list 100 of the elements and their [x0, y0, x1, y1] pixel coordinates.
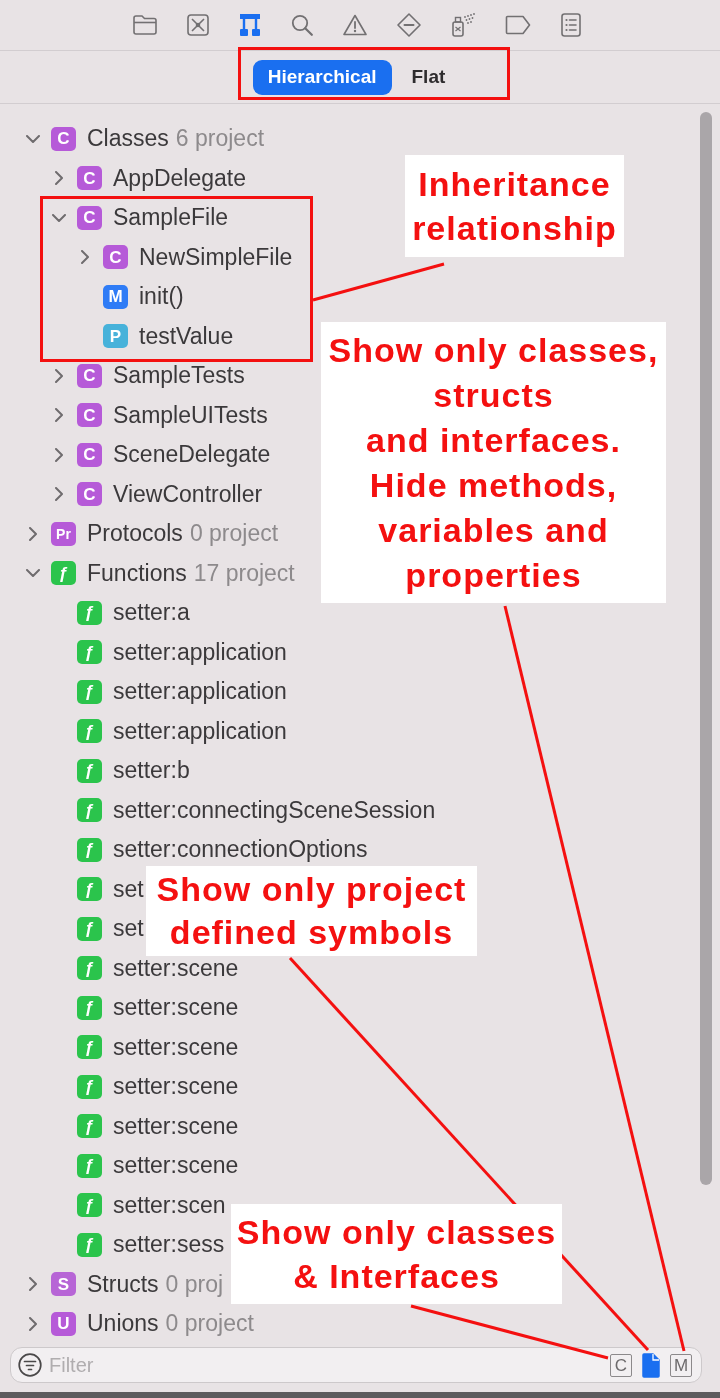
- symbol-name[interactable]: init(): [139, 283, 184, 311]
- symbol-badge: ƒ: [77, 1153, 102, 1178]
- chevron-right-icon[interactable]: [29, 526, 37, 541]
- search-icon[interactable]: [291, 14, 313, 36]
- symbol-badge: C: [77, 205, 102, 230]
- symbol-count: 0 project: [165, 1310, 254, 1338]
- folder-icon[interactable]: [133, 15, 157, 35]
- symbol-badge: ƒ: [77, 1232, 102, 1257]
- symbol-name[interactable]: set: [113, 875, 144, 903]
- filter-toggle-button[interactable]: M: [670, 1353, 692, 1377]
- symbol-name[interactable]: setter:scene: [113, 1112, 239, 1140]
- chevron-down-icon[interactable]: [26, 134, 40, 143]
- annotation-callout: Inheritance relationship: [405, 155, 624, 257]
- chevron-right-icon[interactable]: [55, 447, 63, 462]
- symbol-badge: ƒ: [77, 1074, 102, 1099]
- document-icon[interactable]: [642, 1352, 660, 1378]
- symbol-name[interactable]: setter:application: [113, 638, 287, 666]
- symbol-badge: ƒ: [77, 837, 102, 862]
- symbol-badge: P: [103, 324, 128, 349]
- tag-icon[interactable]: [505, 15, 531, 35]
- chevron-right-icon[interactable]: [81, 250, 89, 265]
- symbol-name[interactable]: setter:application: [113, 717, 287, 745]
- symbol-name[interactable]: ViewController: [113, 480, 263, 508]
- symbol-count: 0 proj: [165, 1270, 224, 1298]
- symbol-badge: ƒ: [77, 956, 102, 981]
- symbol-badge: C: [77, 403, 102, 428]
- symbol-name[interactable]: setter:scene: [113, 1033, 239, 1061]
- symbol-name[interactable]: setter:scene: [113, 994, 239, 1022]
- filter-icon: [18, 1353, 42, 1377]
- symbol-badge: M: [103, 284, 128, 309]
- symbol-name[interactable]: setter:scene: [113, 954, 239, 982]
- spray-can-icon[interactable]: [451, 13, 475, 37]
- scrollbar-thumb[interactable]: [700, 112, 712, 1185]
- symbol-badge: ƒ: [77, 640, 102, 665]
- annotation-callout: Show only classes & Interfaces: [231, 1204, 562, 1304]
- symbol-name[interactable]: Structs: [87, 1270, 159, 1298]
- chevron-right-icon[interactable]: [29, 1316, 37, 1331]
- symbol-badge: ƒ: [77, 995, 102, 1020]
- x-square-icon[interactable]: [187, 14, 209, 36]
- symbol-badge: ƒ: [77, 1035, 102, 1060]
- symbol-name[interactable]: setter:scene: [113, 1073, 239, 1101]
- chevron-down-icon[interactable]: [52, 213, 66, 222]
- symbol-badge: ƒ: [77, 798, 102, 823]
- symbol-badge: C: [77, 442, 102, 467]
- symbol-badge: ƒ: [77, 916, 102, 941]
- symbol-badge: C: [51, 126, 76, 151]
- symbol-badge: C: [103, 245, 128, 270]
- diamond-minus-icon[interactable]: [397, 13, 421, 37]
- symbol-name[interactable]: setter:b: [113, 757, 190, 785]
- symbol-name[interactable]: SceneDelegate: [113, 441, 271, 469]
- symbol-badge: ƒ: [77, 1114, 102, 1139]
- hierarchy-icon[interactable]: [239, 13, 261, 37]
- symbol-badge: ƒ: [77, 877, 102, 902]
- symbol-badge: ƒ: [77, 758, 102, 783]
- symbol-name[interactable]: setter:scene: [113, 1152, 239, 1180]
- symbol-name[interactable]: testValue: [139, 322, 234, 350]
- symbol-badge: C: [77, 166, 102, 191]
- symbol-name[interactable]: setter:scen: [113, 1191, 226, 1219]
- symbol-name[interactable]: setter:connectionOptions: [113, 836, 368, 864]
- chevron-right-icon[interactable]: [55, 487, 63, 502]
- symbol-name[interactable]: setter:connectingSceneSession: [113, 796, 436, 824]
- symbol-badge: ƒ: [77, 600, 102, 625]
- symbol-badge: ƒ: [77, 679, 102, 704]
- symbol-name[interactable]: setter:a: [113, 599, 190, 627]
- symbol-count: 0 project: [189, 520, 279, 548]
- symbol-badge: C: [77, 482, 102, 507]
- symbol-badge: S: [51, 1272, 76, 1297]
- symbol-badge: C: [77, 363, 102, 388]
- symbol-name[interactable]: Unions: [87, 1310, 159, 1338]
- symbol-name[interactable]: SampleTests: [113, 362, 245, 390]
- symbol-name[interactable]: setter:application: [113, 678, 287, 706]
- symbol-name[interactable]: SampleFile: [113, 204, 229, 232]
- symbol-badge: U: [51, 1311, 76, 1336]
- symbol-count: 6 project: [175, 125, 265, 153]
- view-mode-tab[interactable]: Flat: [396, 59, 461, 95]
- symbol-badge: ƒ: [77, 719, 102, 744]
- chevron-right-icon[interactable]: [55, 408, 63, 423]
- annotation-callout: Show only project defined symbols: [146, 866, 477, 956]
- symbol-name[interactable]: SampleUITests: [113, 401, 268, 429]
- chevron-right-icon[interactable]: [55, 368, 63, 383]
- symbol-name[interactable]: Protocols: [87, 520, 183, 548]
- symbol-name[interactable]: set: [113, 915, 144, 943]
- filter-field[interactable]: Filter C M: [10, 1347, 702, 1383]
- symbol-badge: Pr: [51, 521, 76, 546]
- symbol-name[interactable]: Classes: [87, 125, 169, 153]
- view-mode-tab[interactable]: Hierarchical: [252, 59, 392, 95]
- chevron-right-icon[interactable]: [29, 1277, 37, 1292]
- symbol-name[interactable]: AppDelegate: [113, 164, 246, 192]
- chevron-right-icon[interactable]: [55, 171, 63, 186]
- filter-toggle-button[interactable]: C: [610, 1353, 632, 1377]
- symbol-name[interactable]: setter:sess: [113, 1231, 225, 1259]
- symbol-count: 17 project: [193, 559, 295, 587]
- annotation-callout: Show only classes, structs and interfaces. Hide methods, variables and properties: [321, 322, 666, 603]
- symbol-name[interactable]: NewSimpleFile: [139, 243, 293, 271]
- symbol-name[interactable]: Functions: [87, 559, 187, 587]
- list-icon[interactable]: [561, 13, 581, 37]
- chevron-down-icon[interactable]: [26, 569, 40, 578]
- symbol-badge: ƒ: [77, 1193, 102, 1218]
- warning-icon[interactable]: [343, 14, 367, 36]
- symbol-badge: ƒ: [51, 561, 76, 586]
